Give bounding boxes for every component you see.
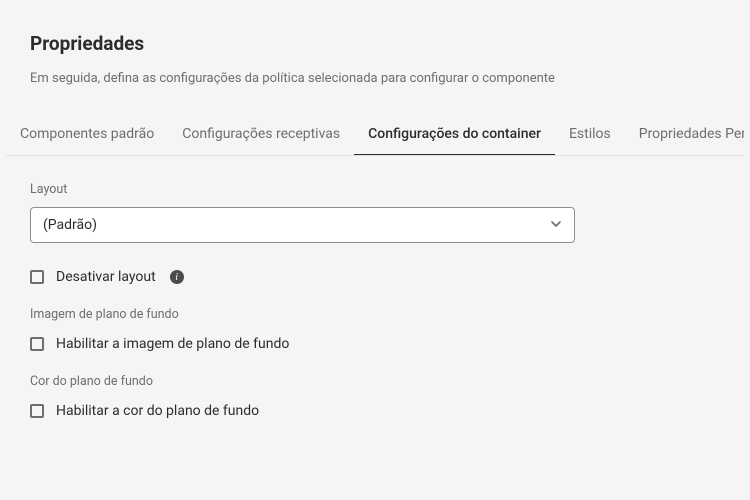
page-subtitle: Em seguida, defina as configurações da p… <box>6 71 744 86</box>
layout-select-value: (Padrão) <box>43 217 97 233</box>
chevron-down-icon <box>550 218 562 233</box>
bg-color-label: Habilitar a cor do plano de fundo <box>56 403 259 419</box>
disable-layout-label: Desativar layout <box>56 269 156 285</box>
container-settings-panel: Layout (Padrão) Desativar layout i Image… <box>6 156 744 419</box>
layout-label: Layout <box>30 182 720 197</box>
tab-bar: Componentes padrão Configurações recepti… <box>6 116 744 156</box>
tab-container-settings[interactable]: Configurações do container <box>354 116 555 156</box>
layout-select[interactable]: (Padrão) <box>30 207 575 243</box>
tab-responsive-settings[interactable]: Configurações receptivas <box>168 116 354 156</box>
bg-color-heading: Cor do plano de fundo <box>30 374 720 389</box>
bg-image-heading: Imagem de plano de fundo <box>30 307 720 322</box>
bg-color-row: Habilitar a cor do plano de fundo <box>30 403 720 419</box>
info-icon[interactable]: i <box>170 270 184 284</box>
properties-panel: Propriedades Em seguida, defina as confi… <box>0 0 750 419</box>
bg-image-checkbox[interactable] <box>30 337 44 351</box>
tab-styles[interactable]: Estilos <box>555 116 625 156</box>
tab-custom-properties[interactable]: Propriedades Personal <box>625 116 744 156</box>
disable-layout-checkbox[interactable] <box>30 270 44 284</box>
page-title: Propriedades <box>6 32 744 55</box>
disable-layout-row: Desativar layout i <box>30 269 720 285</box>
bg-color-checkbox[interactable] <box>30 404 44 418</box>
bg-image-row: Habilitar a imagem de plano de fundo <box>30 336 720 352</box>
tab-default-components[interactable]: Componentes padrão <box>6 116 168 156</box>
bg-image-label: Habilitar a imagem de plano de fundo <box>56 336 289 352</box>
